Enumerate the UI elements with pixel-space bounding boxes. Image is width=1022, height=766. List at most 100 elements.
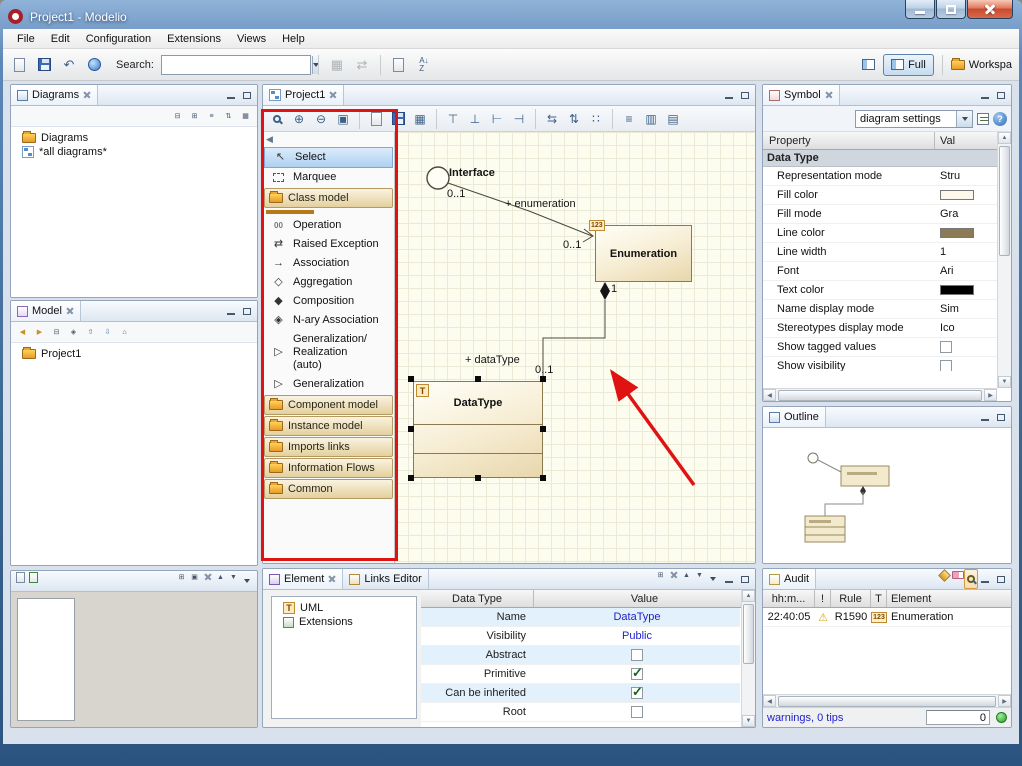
selection-handle[interactable]	[540, 426, 546, 432]
palette-tool-operation[interactable]: 00 Operation	[263, 216, 394, 235]
export-image-button[interactable]: ▦	[410, 109, 430, 129]
column-header-value[interactable]: Value	[534, 590, 755, 607]
property-value[interactable]: Gra	[935, 208, 997, 220]
audit-filter-toggle[interactable]	[964, 569, 978, 589]
zoom-in-button[interactable]: ⊕	[289, 109, 309, 129]
symbol-row-show-tagged-values[interactable]: Show tagged values	[763, 338, 997, 357]
align-bottom-button[interactable]: ⊥	[465, 109, 485, 129]
collapse-all-button[interactable]: ⊟	[171, 110, 184, 122]
back-button[interactable]: ◀	[16, 326, 29, 338]
maximize-view-button[interactable]	[240, 89, 253, 101]
maximize-view-button[interactable]	[738, 89, 751, 101]
palette-tool-composition[interactable]: ◆ Composition	[263, 292, 394, 311]
maximize-view-button[interactable]	[994, 411, 1007, 423]
symbol-row-font[interactable]: Font Ari	[763, 262, 997, 281]
palette-group-imports-links[interactable]: Imports links	[264, 437, 393, 457]
palette-group-information-flows[interactable]: Information Flows	[264, 458, 393, 478]
link-button[interactable]: ◈	[67, 326, 80, 338]
maximize-view-button[interactable]	[994, 573, 1007, 585]
scroll-left-icon[interactable]: ◀	[763, 695, 776, 707]
minimize-view-button[interactable]	[224, 89, 237, 101]
clear-audit-button[interactable]	[951, 569, 964, 581]
symbol-row-show-visibility[interactable]: Show visibility	[763, 357, 997, 371]
close-tab-icon[interactable]	[66, 307, 74, 315]
tab-audit[interactable]: Audit	[763, 569, 816, 589]
distribute-horizontal-button[interactable]: ⇆	[542, 109, 562, 129]
symbol-vertical-scrollbar[interactable]: ▲ ▼	[997, 132, 1011, 388]
tree-item-extensions[interactable]: Extensions	[275, 615, 413, 629]
workspace-label[interactable]: Workspa	[969, 59, 1012, 71]
scrollbar-thumb[interactable]	[743, 604, 754, 664]
show-tagged-values-checkbox[interactable]	[940, 341, 952, 353]
print-button[interactable]	[366, 109, 386, 129]
menu-extensions[interactable]: Extensions	[159, 31, 229, 47]
palette-group-common[interactable]: Common	[264, 479, 393, 499]
next-button[interactable]: ▼	[693, 569, 706, 581]
minimize-view-button[interactable]	[722, 89, 735, 101]
edit-note-button[interactable]	[14, 571, 27, 583]
move-down-button[interactable]: ⇩	[101, 326, 114, 338]
palette-tool-marquee[interactable]: Marquee	[263, 168, 394, 187]
zoom-fit-button[interactable]: ▣	[333, 109, 353, 129]
browse-button[interactable]	[83, 54, 105, 76]
warnings-tips-link[interactable]: warnings, 0 tips	[767, 712, 843, 724]
selection-handle[interactable]	[540, 475, 546, 481]
tree-item-project1[interactable]: Project1	[14, 347, 254, 361]
scroll-up-icon[interactable]: ▲	[998, 132, 1011, 144]
move-up-button[interactable]: ⇧	[84, 326, 97, 338]
menu-configuration[interactable]: Configuration	[78, 31, 159, 47]
audit-horizontal-scrollbar[interactable]: ◀ ▶	[763, 694, 1011, 707]
property-row-primitive[interactable]: Primitive	[421, 665, 740, 684]
tab-element[interactable]: Element	[263, 569, 343, 589]
save-image-button[interactable]	[388, 109, 408, 129]
tab-links-editor[interactable]: Links Editor	[343, 569, 428, 589]
help-icon[interactable]: ?	[993, 112, 1007, 126]
minimize-view-button[interactable]	[224, 305, 237, 317]
undo-button[interactable]: ↶	[58, 54, 80, 76]
palette-tool-raised-exception[interactable]: ⇄ Raised Exception	[263, 235, 394, 254]
selection-handle[interactable]	[540, 376, 546, 382]
menu-file[interactable]: File	[9, 31, 43, 47]
menu-help[interactable]: Help	[274, 31, 313, 47]
swap-links-button[interactable]: ⇄	[351, 54, 373, 76]
show-visibility-checkbox[interactable]	[940, 360, 952, 371]
audit-row[interactable]: 22:40:05 ⚠ R1590 123 Enumeration	[763, 608, 1011, 627]
sort-button[interactable]: A↓Z	[413, 54, 435, 76]
expand-all-button[interactable]: ⊞	[188, 110, 201, 122]
outline-body[interactable]	[763, 428, 1011, 563]
palette-group-component-model[interactable]: Component model	[264, 395, 393, 415]
symbol-horizontal-scrollbar[interactable]: ◀ ▶	[763, 388, 997, 401]
datatype-node[interactable]: DataType	[413, 381, 543, 478]
minimize-view-button[interactable]	[978, 411, 991, 423]
scroll-down-icon[interactable]: ▼	[742, 715, 755, 727]
collapse-all-button[interactable]: ⊟	[50, 326, 63, 338]
symbol-row-stereotypes-display-mode[interactable]: Stereotypes display mode Ico	[763, 319, 997, 338]
column-header-element[interactable]: Element	[887, 590, 1011, 607]
close-window-button[interactable]	[967, 0, 1013, 19]
tab-model[interactable]: Model	[11, 301, 81, 321]
apply-defaults-icon[interactable]	[977, 113, 989, 125]
close-tab-icon[interactable]	[83, 91, 91, 99]
scroll-down-icon[interactable]: ▼	[998, 376, 1011, 388]
pin-button[interactable]: ⊞	[654, 569, 667, 581]
forward-button[interactable]: ▶	[33, 326, 46, 338]
tree-item-diagrams[interactable]: Diagrams	[14, 131, 254, 145]
element-table-scrollbar[interactable]: ▲ ▼	[741, 590, 755, 727]
text-color-swatch[interactable]	[940, 285, 974, 295]
previous-button[interactable]: ▲	[680, 569, 693, 581]
property-row-name[interactable]: Name DataType	[421, 608, 740, 627]
abstract-checkbox[interactable]	[631, 649, 643, 661]
palette-group-instance-model[interactable]: Instance model	[264, 416, 393, 436]
tab-symbol[interactable]: Symbol	[763, 85, 840, 105]
palette-tool-generalization-realization[interactable]: ▷ Generalization/ Realization (auto)	[263, 330, 394, 375]
notes-list[interactable]	[17, 598, 75, 721]
maximize-view-button[interactable]	[994, 89, 1007, 101]
minimize-view-button[interactable]	[978, 573, 991, 585]
scroll-up-icon[interactable]: ▲	[742, 590, 755, 602]
palette-tool-nary-association[interactable]: ◈ N-ary Association	[263, 311, 394, 330]
property-value[interactable]: DataType	[534, 611, 740, 623]
create-diagram-button[interactable]: ▦	[326, 54, 348, 76]
layout-view-button[interactable]: ▦	[239, 110, 252, 122]
line-color-swatch[interactable]	[940, 228, 974, 238]
scrollbar-thumb[interactable]	[999, 146, 1010, 256]
